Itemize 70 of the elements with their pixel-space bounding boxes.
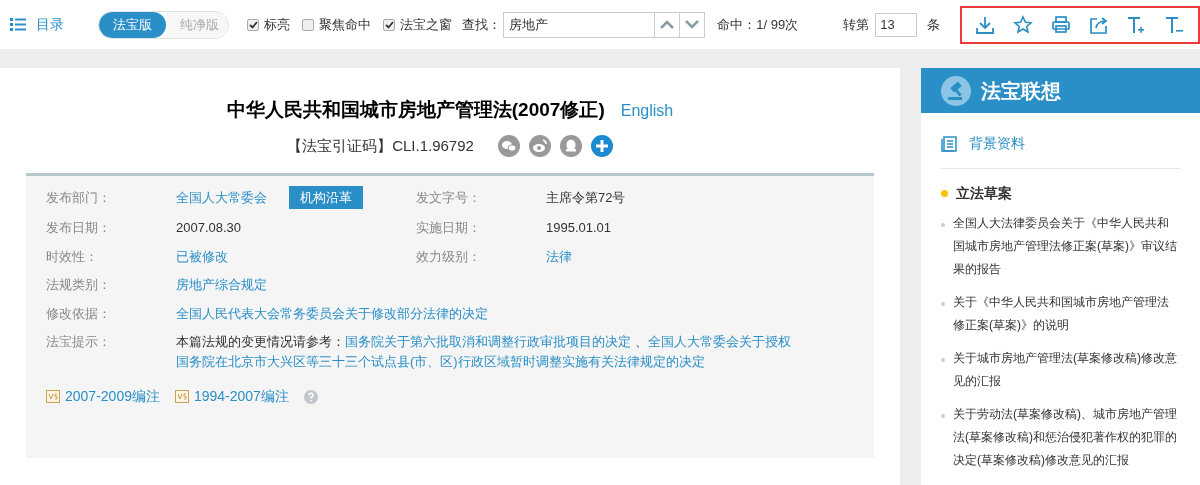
document-title: 中华人民共和国城市房地产管理法(2007修正) [226, 98, 605, 122]
field-value: 主席令第72号 [546, 188, 626, 207]
note-icon [174, 390, 189, 403]
english-link[interactable]: English [620, 99, 674, 123]
penguin-icon[interactable] [559, 134, 582, 157]
checkbox[interactable] [302, 18, 315, 31]
checkbox-label: 聚焦命中 [319, 15, 372, 34]
goto-unit: 条 [927, 15, 941, 34]
checkbox-label: 标亮 [264, 15, 291, 34]
field-link[interactable]: 已被修改 [176, 246, 228, 266]
search-label: 查找： [462, 15, 502, 34]
sidebar-title: 法宝联想 [981, 78, 1061, 104]
field-label: 发文字号： [416, 188, 482, 207]
field-label: 法宝提示： [46, 333, 112, 351]
note-link[interactable]: 2007-2009编注 [65, 386, 160, 407]
field-link[interactable]: 法律 [546, 246, 572, 266]
chat-bubbles-icon[interactable] [497, 134, 520, 157]
hit-count: 命中：1/ 99次 [717, 15, 800, 34]
related-item-link[interactable]: 关于城市房地产管理法(草案修改稿)修改意见的汇报 [953, 347, 1180, 393]
chevron-down-icon [685, 20, 700, 29]
note-link[interactable]: 1994-2007编注 [193, 386, 289, 407]
search-field[interactable]: 房地产 [503, 11, 656, 38]
star-button[interactable] [1012, 13, 1035, 36]
field-label: 法规类别： [46, 276, 112, 294]
hint-text: 、 [633, 334, 648, 349]
field-link[interactable]: 全国人大常委会 [176, 187, 267, 208]
bullet-icon [941, 358, 945, 362]
bullet-icon [941, 223, 945, 227]
related-item-link[interactable]: 全国人大法律委员会关于《中华人民共和国城市房地产管理法修正案(草案)》审议结果的报告 [953, 212, 1180, 281]
printer-button[interactable] [1050, 13, 1073, 36]
swirl-icon[interactable] [528, 134, 551, 157]
previous-button[interactable] [655, 11, 681, 38]
goto-label: 转第 [843, 15, 870, 34]
field-value: 1995.01.01 [546, 219, 612, 237]
checkbox-label: 法宝之窗 [400, 15, 453, 34]
plus-icon[interactable] [590, 134, 613, 157]
history-button[interactable]: 机构沿革 [289, 186, 363, 209]
gavel-icon [941, 75, 971, 106]
list-icon[interactable] [10, 18, 26, 31]
note-icon [46, 390, 60, 403]
field-value: 2007.08.30 [176, 219, 242, 237]
hint-text: 本篇法规的变更情况请参考： [176, 334, 345, 349]
checkbox[interactable] [247, 18, 260, 31]
field-label: 发布部门： [46, 188, 112, 207]
citation-code: 【法宝引证码】CLI.1.96792 [287, 135, 474, 156]
section-link[interactable]: 背景资料 [969, 133, 1025, 154]
bullet-icon [941, 414, 945, 418]
goto-field[interactable]: 13 [875, 12, 918, 37]
hint-link[interactable]: 国务院关于第六批取消和调整行政审批项目的决定 [345, 334, 631, 349]
toc-link[interactable]: 目录 [36, 14, 64, 35]
hint-link[interactable]: 全国人大常委会关于授权 [647, 334, 791, 349]
field-link[interactable]: 房地产综合规定 [176, 275, 267, 295]
bullet-icon [941, 190, 948, 197]
field-label: 时效性： [46, 247, 99, 266]
field-link[interactable]: 全国人民代表大会常务委员会关于修改部分法律的决定 [176, 303, 488, 323]
bullet-icon [941, 302, 945, 306]
field-label: 效力级别： [416, 247, 482, 266]
field-label: 发布日期： [46, 219, 112, 237]
field-label: 修改依据： [46, 304, 112, 323]
related-item-link[interactable]: 关于《中华人民共和国城市房地产管理法修正案(草案)》的说明 [953, 291, 1180, 337]
hint-link[interactable]: 国务院在北京市大兴区等三十三个试点县(市、区)行政区域暂时调整实施有关法律规定的决定 [176, 354, 705, 369]
chevron-up-icon [660, 20, 675, 29]
next-button[interactable] [680, 11, 706, 38]
version-tab[interactable]: 纯净版 [165, 11, 229, 38]
document-icon [941, 135, 957, 152]
group-title: 立法草案 [956, 184, 1012, 203]
related-item-link[interactable]: 关于劳动法(草案修改稿)、城市房地产管理法(草案修改稿)和惩治侵犯著作权的犯罪的决定(草案修改稿)修改意见的汇报 [953, 403, 1180, 472]
field-label: 实施日期： [416, 219, 482, 237]
checkbox[interactable] [383, 18, 396, 31]
version-tab[interactable]: 法宝版 [98, 11, 166, 38]
